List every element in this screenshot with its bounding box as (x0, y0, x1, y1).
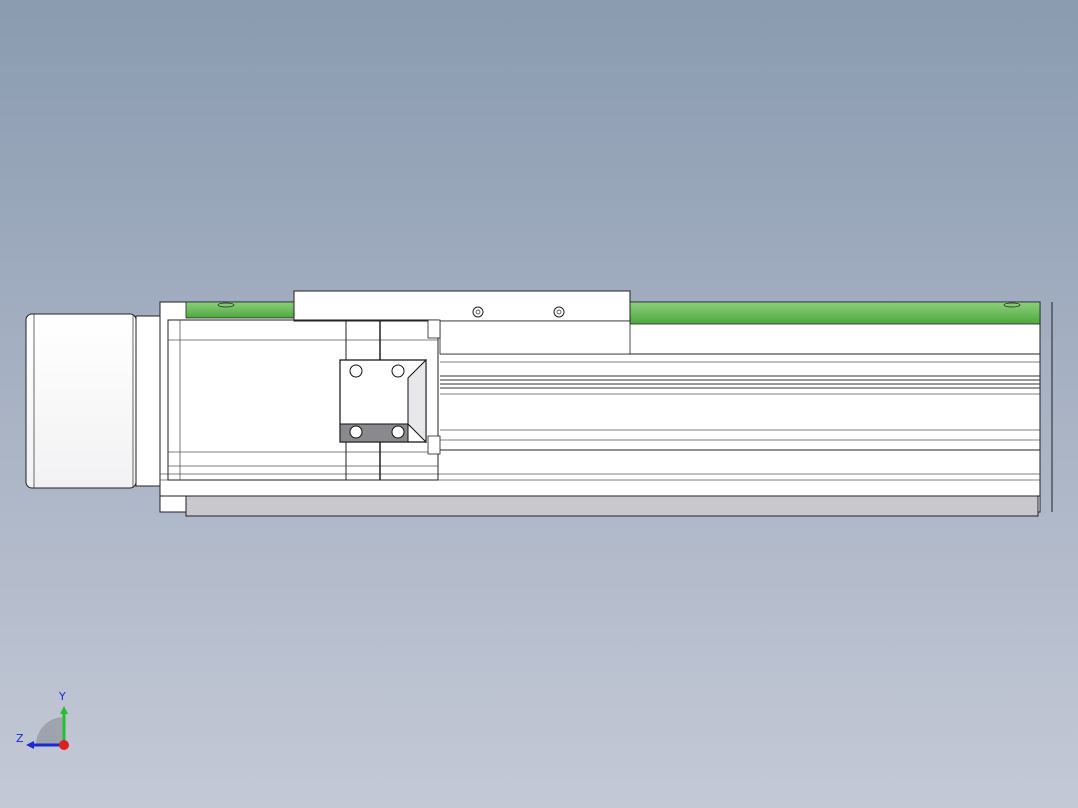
y-axis-label: Y (58, 690, 66, 703)
bearing-block[interactable] (339, 358, 427, 444)
actuator-model[interactable]: Y Z (0, 0, 1078, 808)
origin-point (59, 740, 69, 750)
motor[interactable] (25, 313, 163, 489)
z-axis-label: Z (16, 732, 24, 745)
coordinate-triad: Y Z (16, 690, 69, 750)
cad-viewport[interactable]: Y Z (0, 0, 1078, 808)
